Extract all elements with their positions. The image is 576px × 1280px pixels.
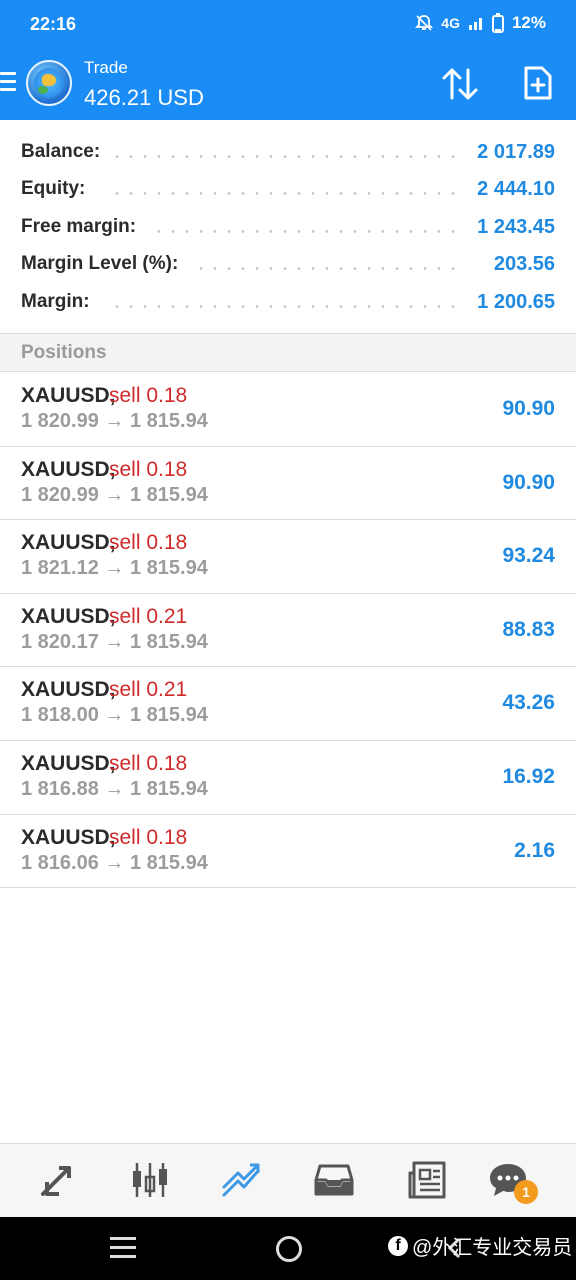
position-row[interactable]: XAUUSD, sell 0.18 1 820.99 → 1 815.94 90… (0, 373, 576, 447)
position-symbol: XAUUSD, (21, 531, 116, 555)
summary-row-margin-level: Margin Level (%): 203.56 (0, 245, 576, 281)
chat-icon[interactable]: 1 (488, 1160, 538, 1204)
summary-value: 1 243.45 (467, 216, 555, 239)
position-prices: 1 821.12 → 1 815.94 (21, 557, 208, 580)
facebook-icon: f (388, 1235, 408, 1256)
account-summary: Balance: 2 017.89 Equity: 2 444.10 Free … (0, 120, 576, 334)
position-symbol: XAUUSD, (21, 751, 116, 775)
network-label: 4G (441, 15, 460, 31)
position-side: sell 0.21 (109, 604, 188, 628)
position-row[interactable]: XAUUSD, sell 0.21 1 820.17 → 1 815.94 88… (0, 594, 576, 668)
dot-leader (110, 305, 466, 308)
history-icon[interactable] (314, 1160, 354, 1200)
status-bar: 22:16 4G 12% (0, 0, 576, 48)
new-order-icon[interactable] (522, 65, 554, 106)
position-side: sell 0.21 (109, 678, 188, 702)
chart-icon[interactable] (130, 1160, 170, 1200)
dot-leader (110, 230, 466, 233)
summary-row-balance: Balance: 2 017.89 (0, 133, 576, 169)
summary-label: Balance: (21, 141, 111, 163)
position-profit: 16.92 (502, 764, 555, 788)
summary-label: Equity: (21, 178, 96, 200)
positions-title: Positions (21, 342, 107, 363)
summary-row-free-margin: Free margin: 1 243.45 (0, 208, 576, 244)
battery-icon (491, 13, 504, 33)
home-icon[interactable] (276, 1236, 302, 1262)
position-row[interactable]: XAUUSD, sell 0.18 1 816.06 → 1 815.94 2.… (0, 815, 576, 889)
watermark: f @外汇专业交易员 (388, 1231, 572, 1260)
position-symbol: XAUUSD, (21, 678, 116, 702)
system-nav: f @外汇专业交易员 (0, 1217, 576, 1280)
position-symbol: XAUUSD, (21, 457, 116, 481)
summary-label: Margin: (21, 291, 100, 313)
watermark-text: @外汇专业交易员 (412, 1237, 573, 1259)
app-bar: Trade 426.21 USD (0, 48, 576, 120)
sort-icon[interactable] (440, 66, 480, 107)
positions-list: XAUUSD, sell 0.18 1 820.99 → 1 815.94 90… (0, 373, 576, 889)
position-symbol: XAUUSD, (21, 384, 116, 407)
summary-label: Margin Level (%): (21, 253, 189, 275)
summary-value: 203.56 (483, 253, 555, 276)
position-symbol: XAUUSD, (21, 825, 116, 849)
position-profit: 43.26 (502, 691, 555, 715)
battery-percent: 12% (511, 13, 546, 32)
mute-bell-icon (415, 14, 434, 32)
position-row[interactable]: XAUUSD, sell 0.18 1 820.99 → 1 815.94 90… (0, 447, 576, 521)
positions-header: Positions (0, 334, 576, 372)
app-logo (26, 60, 72, 106)
summary-value: 2 444.10 (467, 178, 555, 201)
position-symbol: XAUUSD, (21, 604, 116, 628)
position-side: sell 0.18 (109, 531, 188, 555)
header-balance: 426.21 USD (84, 85, 204, 110)
dot-leader (110, 192, 466, 195)
trade-icon[interactable] (222, 1160, 262, 1200)
position-row[interactable]: XAUUSD, sell 0.21 1 818.00 → 1 815.94 43… (0, 667, 576, 741)
position-prices: 1 820.17 → 1 815.94 (21, 630, 208, 653)
position-prices: 1 816.06 → 1 815.94 (21, 851, 208, 874)
position-side: sell 0.18 (109, 457, 188, 481)
status-icons: 4G 12% (415, 13, 546, 33)
summary-value: 2 017.89 (467, 141, 555, 164)
position-profit: 2.16 (514, 838, 555, 862)
position-profit: 90.90 (502, 397, 555, 420)
page-title: Trade (84, 58, 128, 77)
summary-row-equity: Equity: 2 444.10 (0, 170, 576, 206)
position-row[interactable]: XAUUSD, sell 0.18 1 821.12 → 1 815.94 93… (0, 520, 576, 594)
position-profit: 88.83 (502, 617, 555, 641)
position-side: sell 0.18 (109, 751, 188, 775)
summary-label: Free margin: (21, 216, 147, 238)
quotes-icon[interactable] (38, 1160, 78, 1200)
position-profit: 93.24 (502, 544, 555, 568)
menu-icon[interactable] (0, 72, 16, 96)
news-icon[interactable] (406, 1160, 446, 1200)
position-prices: 1 818.00 → 1 815.94 (21, 704, 208, 727)
summary-value: 1 200.65 (467, 291, 555, 314)
position-profit: 90.90 (502, 470, 555, 494)
bottom-nav: 1 (0, 1143, 576, 1217)
summary-row-margin: Margin: 1 200.65 (0, 283, 576, 319)
position-side: sell 0.18 (109, 384, 188, 407)
position-prices: 1 820.99 → 1 815.94 (21, 483, 208, 506)
status-time: 22:16 (30, 14, 77, 34)
chat-badge: 1 (514, 1180, 538, 1204)
position-prices: 1 816.88 → 1 815.94 (21, 777, 208, 800)
position-row[interactable]: XAUUSD, sell 0.18 1 816.88 → 1 815.94 16… (0, 741, 576, 815)
dot-leader (110, 155, 466, 158)
position-side: sell 0.18 (109, 825, 188, 849)
position-prices: 1 820.99 → 1 815.94 (21, 410, 208, 432)
recent-apps-icon[interactable] (110, 1237, 136, 1264)
signal-icon (468, 15, 484, 31)
